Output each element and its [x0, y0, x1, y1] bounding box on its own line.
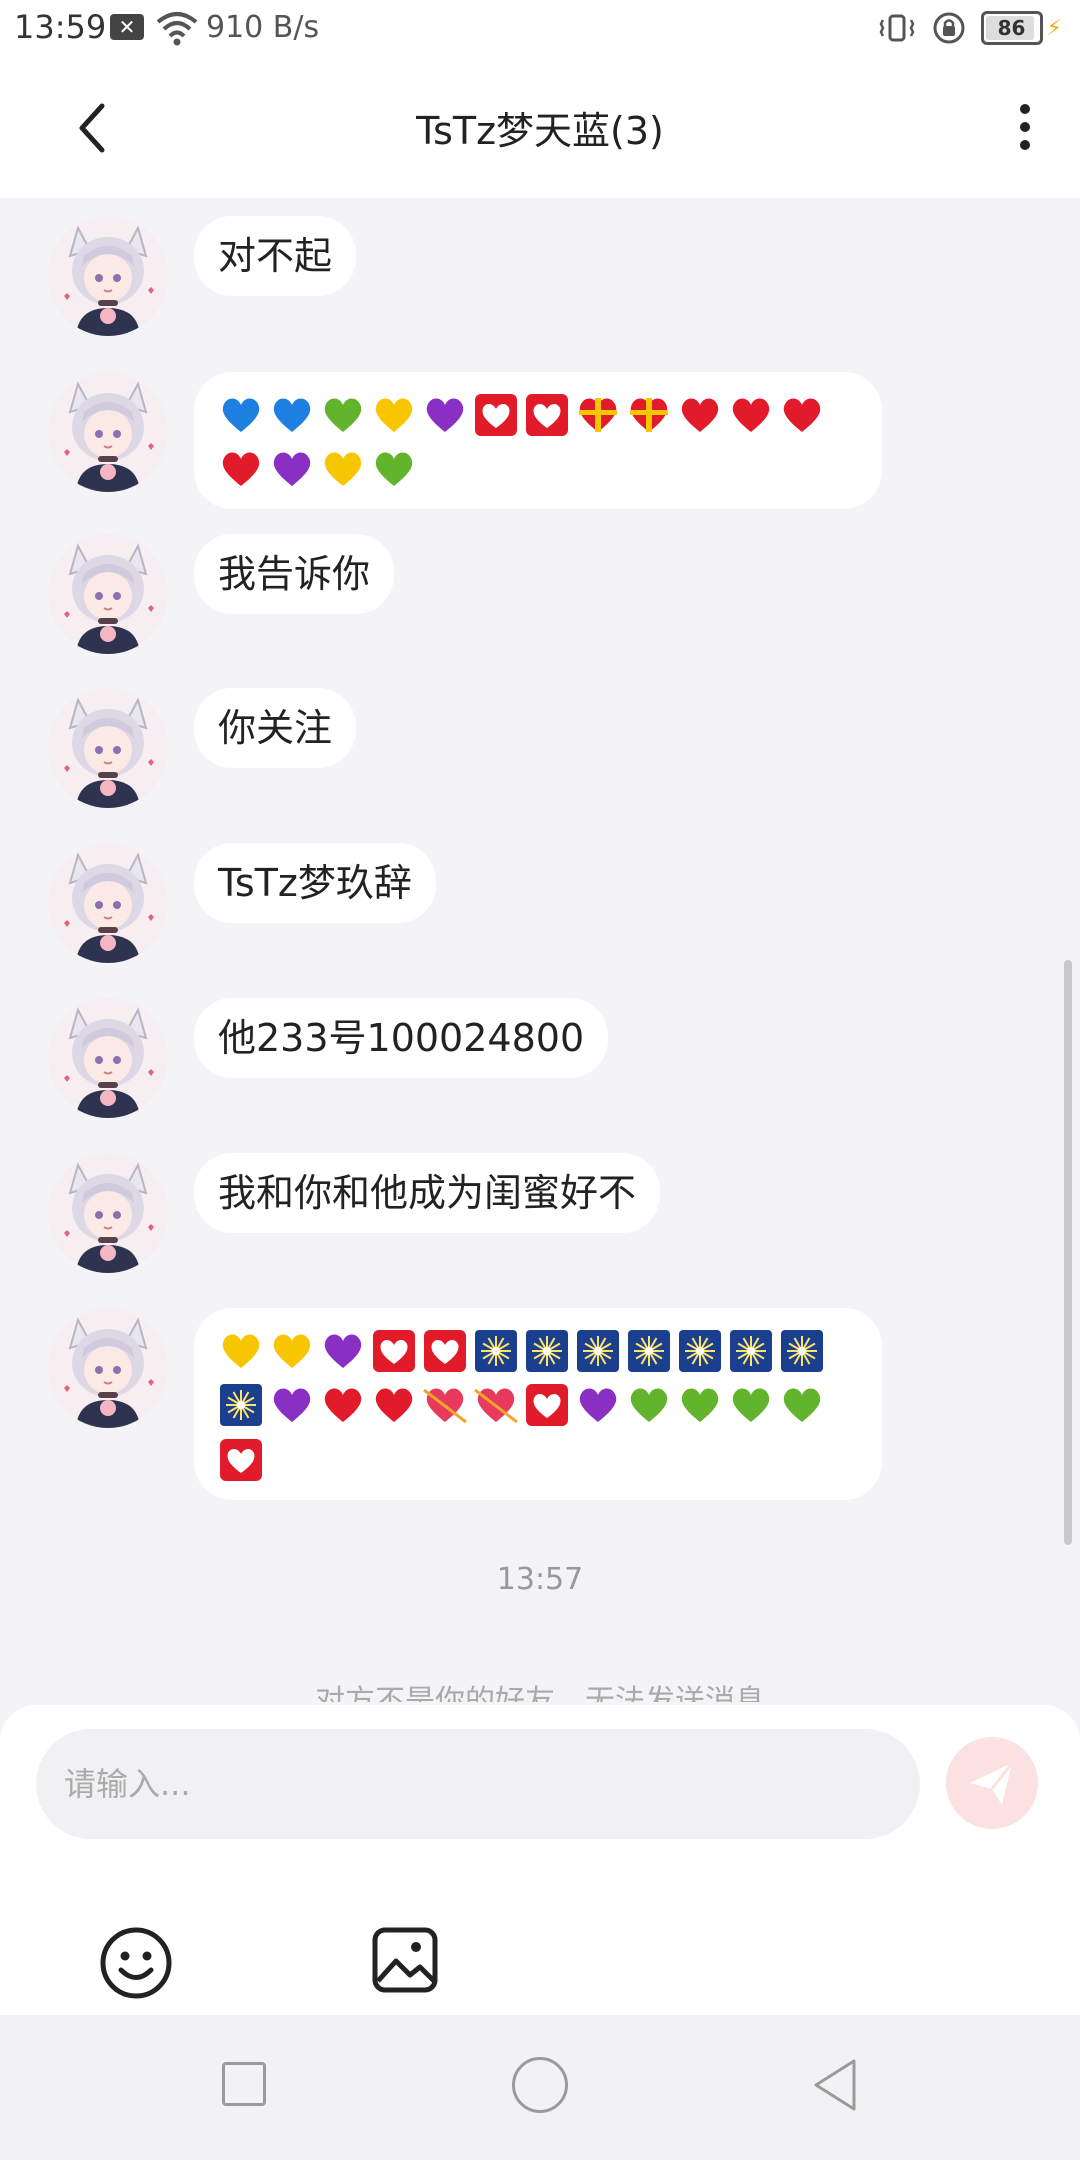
- system-nav-bar: [0, 2015, 1080, 2160]
- yellow-heart-icon: [222, 1333, 260, 1368]
- avatar[interactable]: [48, 998, 168, 1118]
- wifi-icon: [156, 12, 198, 46]
- chat-title: TsTz梦天蓝(3): [416, 109, 664, 153]
- heart-box-icon: [526, 1384, 568, 1426]
- green-heart-icon: [375, 452, 413, 486]
- purple-heart-icon: [273, 452, 311, 486]
- firework-icon: [679, 1329, 721, 1372]
- heart-box-icon: [526, 393, 568, 436]
- system-back-button[interactable]: [808, 2055, 862, 2115]
- avatar[interactable]: [48, 688, 168, 808]
- red-heart-icon: [324, 1388, 362, 1422]
- yellow-heart-icon: [273, 1333, 311, 1368]
- home-button[interactable]: [512, 2057, 568, 2113]
- green-heart-icon: [630, 1388, 668, 1422]
- firework-icon: [628, 1329, 670, 1372]
- emoji-button[interactable]: [98, 1925, 174, 2001]
- emoji-message-bubble[interactable]: [194, 1308, 882, 1500]
- red-heart-icon: [783, 397, 821, 432]
- yellow-heart-icon: [324, 452, 362, 486]
- rotation-lock-icon: [933, 12, 965, 44]
- firework-icon: [781, 1329, 823, 1372]
- message-bubble[interactable]: 我和你和他成为闺蜜好不: [194, 1153, 661, 1233]
- purple-heart-icon: [324, 1333, 362, 1368]
- image-button[interactable]: [370, 1925, 440, 1995]
- message-timestamp: 13:57: [496, 1562, 584, 1597]
- network-speed: 910 B/s: [206, 10, 320, 45]
- green-heart-icon: [732, 1388, 770, 1422]
- not-friend-notice: 对方不是你的好友，无法发送消息: [315, 1684, 765, 1702]
- blue-heart-icon: [222, 397, 260, 432]
- send-button[interactable]: [946, 1737, 1038, 1829]
- heart-box-icon: [220, 1438, 262, 1481]
- avatar[interactable]: [48, 1153, 168, 1273]
- firework-icon: [730, 1329, 772, 1372]
- more-options-button[interactable]: [1010, 96, 1040, 160]
- red-heart-icon: [681, 397, 719, 432]
- message-bubble[interactable]: TsTz梦玖辞: [194, 843, 436, 923]
- red-heart-icon: [732, 397, 770, 432]
- firework-icon: [220, 1384, 262, 1426]
- avatar[interactable]: [48, 534, 168, 654]
- avatar[interactable]: [48, 843, 168, 963]
- heart-box-icon: [475, 393, 517, 436]
- message-bubble[interactable]: 对不起: [194, 216, 357, 296]
- status-time: 13:59: [14, 8, 107, 46]
- message-list[interactable]: 对不起 我告诉你 你关注 TsTz梦玖辞 他233号100024800 我和你和…: [0, 198, 1080, 1698]
- purple-heart-icon: [426, 397, 464, 432]
- avatar[interactable]: [48, 1308, 168, 1428]
- notification-close-icon: ✕: [110, 14, 144, 40]
- emoji-message-bubble[interactable]: [194, 372, 882, 509]
- recent-apps-button[interactable]: [222, 2062, 266, 2106]
- chat-header: TsTz梦天蓝(3): [0, 56, 1080, 198]
- more-dot-icon: [1020, 122, 1030, 132]
- gift-heart-icon: [630, 397, 668, 432]
- battery-icon: 86: [980, 11, 1043, 45]
- avatar[interactable]: [48, 372, 168, 492]
- red-heart-icon: [222, 452, 260, 486]
- vibrate-icon: [879, 14, 914, 42]
- arrow-heart-icon: [423, 1388, 467, 1424]
- firework-icon: [526, 1329, 568, 1372]
- charging-icon: ⚡: [1046, 15, 1062, 41]
- message-bubble[interactable]: 他233号100024800: [194, 998, 609, 1078]
- battery-percent: 86: [997, 16, 1026, 40]
- gift-heart-icon: [579, 397, 617, 432]
- message-bubble[interactable]: 我告诉你: [194, 534, 395, 614]
- more-dot-icon: [1020, 104, 1030, 114]
- avatar[interactable]: [48, 216, 168, 336]
- status-bar: 13:59 ✕ 910 B/s 86 ⚡: [0, 0, 1080, 56]
- status-right-icons: 86 ⚡: [877, 8, 1062, 48]
- chat-scrollbar[interactable]: [1064, 960, 1072, 1545]
- composer-panel: [0, 1705, 1080, 2015]
- heart-box-icon: [373, 1329, 415, 1372]
- more-dot-icon: [1020, 140, 1030, 150]
- message-bubble[interactable]: 你关注: [194, 688, 357, 768]
- red-heart-icon: [375, 1388, 413, 1422]
- purple-heart-icon: [273, 1388, 311, 1422]
- arrow-heart-icon: [474, 1388, 518, 1424]
- yellow-heart-icon: [375, 397, 413, 432]
- heart-box-icon: [424, 1329, 466, 1372]
- green-heart-icon: [681, 1388, 719, 1422]
- purple-heart-icon: [579, 1388, 617, 1422]
- message-input[interactable]: [36, 1729, 920, 1839]
- firework-icon: [475, 1329, 517, 1372]
- green-heart-icon: [324, 397, 362, 432]
- firework-icon: [577, 1329, 619, 1372]
- blue-heart-icon: [273, 397, 311, 432]
- green-heart-icon: [783, 1388, 821, 1422]
